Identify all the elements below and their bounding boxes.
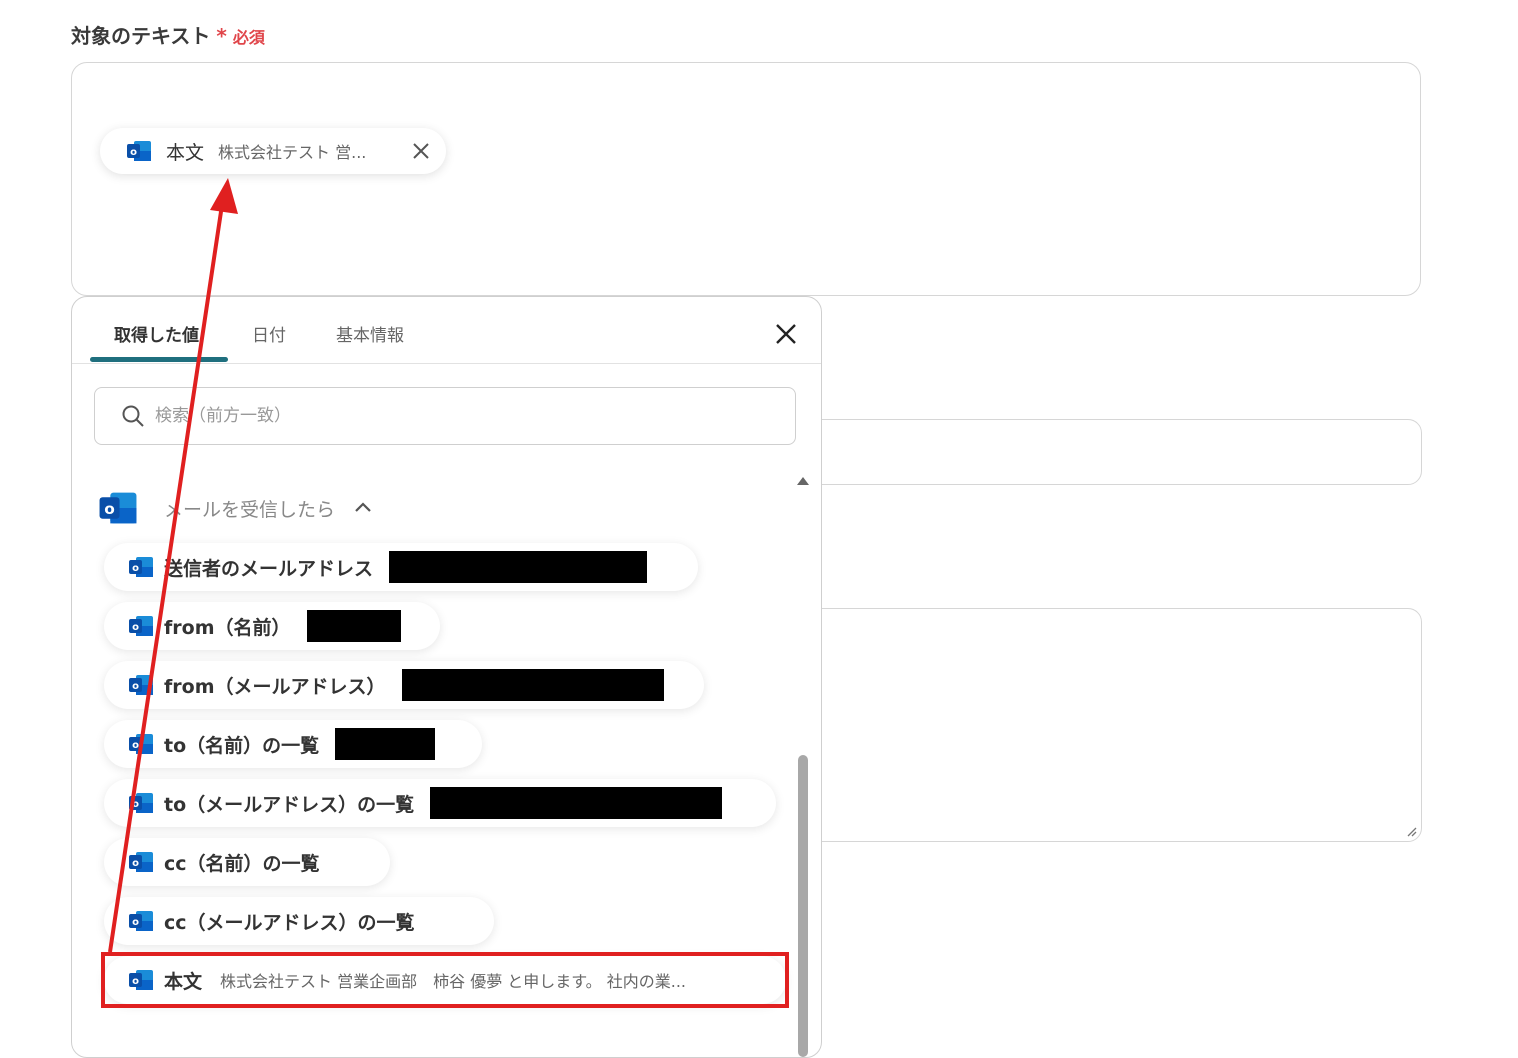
tab-date[interactable]: 日付 — [252, 321, 286, 346]
tab-bar: 取得した値 日付 基本情報 — [72, 297, 821, 364]
inserted-token[interactable]: o 本文 株式会社テスト 営... — [100, 128, 446, 174]
list-item-cc-emails[interactable]: o cc（メールアドレス）の一覧 — [104, 897, 494, 945]
scroll-up-arrow-icon[interactable] — [797, 477, 809, 485]
target-text-area[interactable] — [71, 62, 1421, 296]
list-item-cc-names[interactable]: o cc（名前）の一覧 — [104, 838, 390, 886]
list-item-label: from（名前） — [164, 616, 291, 639]
list-item-label: from（メールアドレス） — [164, 675, 386, 698]
svg-text:o: o — [132, 858, 139, 869]
outlook-icon: o — [127, 141, 151, 161]
list-item-label: to（名前）の一覧 — [164, 734, 320, 757]
redacted-value — [306, 610, 401, 642]
scrollbar-thumb[interactable] — [798, 755, 808, 1057]
outlook-icon: o — [129, 616, 153, 636]
outlook-icon: o — [129, 675, 153, 695]
redacted-value — [430, 787, 723, 819]
list-item-to-names[interactable]: o to（名前）の一覧 — [104, 720, 482, 768]
outlook-icon: o — [99, 492, 137, 524]
tab-basic-info[interactable]: 基本情報 — [336, 321, 404, 346]
background-textarea[interactable] — [780, 608, 1422, 842]
field-label-text: 対象のテキスト — [71, 24, 211, 48]
active-tab-indicator — [90, 357, 228, 362]
close-icon[interactable] — [774, 322, 798, 346]
svg-text:o: o — [132, 740, 139, 751]
resize-grip-icon[interactable] — [1405, 825, 1417, 837]
svg-text:o: o — [132, 563, 139, 574]
close-icon[interactable] — [410, 140, 432, 162]
annotation-highlight-box — [101, 952, 789, 1008]
chevron-up-icon[interactable] — [353, 498, 373, 518]
search-box — [94, 387, 796, 445]
search-icon — [122, 405, 144, 427]
token-name: 本文 — [166, 141, 205, 164]
svg-text:o: o — [132, 681, 139, 692]
list-item-label: 送信者のメールアドレス — [164, 557, 374, 580]
svg-text:o: o — [132, 622, 139, 633]
search-input[interactable] — [153, 405, 757, 427]
redacted-value — [401, 669, 664, 701]
svg-text:o: o — [104, 500, 115, 518]
outlook-icon: o — [129, 557, 153, 577]
group-label: メールを受信したら — [164, 498, 336, 521]
required-text: 必須 — [232, 28, 265, 47]
list-item-to-emails[interactable]: o to（メールアドレス）の一覧 — [104, 779, 776, 827]
svg-text:o: o — [130, 147, 137, 158]
outlook-icon: o — [129, 852, 153, 872]
list-item-label: to（メールアドレス）の一覧 — [164, 793, 415, 816]
list-item-from-name[interactable]: o from（名前） — [104, 602, 440, 650]
svg-text:o: o — [132, 799, 139, 810]
tab-acquired-values[interactable]: 取得した値 — [114, 321, 199, 346]
list-item-sender-email[interactable]: o 送信者のメールアドレス — [104, 543, 698, 591]
outlook-icon: o — [129, 734, 153, 754]
list-item-label: cc（名前）の一覧 — [164, 852, 320, 875]
variable-picker-panel: 取得した値 日付 基本情報 o メールを受信したら o 送信者のメールアドレス — [71, 296, 822, 1058]
token-preview: 株式会社テスト 営... — [218, 143, 367, 162]
field-label: 対象のテキスト * 必須 — [71, 20, 265, 49]
list-item-from-email[interactable]: o from（メールアドレス） — [104, 661, 704, 709]
outlook-icon: o — [129, 793, 153, 813]
required-star: * — [216, 24, 227, 48]
outlook-icon: o — [129, 911, 153, 931]
redacted-value — [389, 551, 648, 583]
list-item-label: cc（メールアドレス）の一覧 — [164, 911, 415, 934]
redacted-value — [335, 728, 436, 760]
background-input[interactable] — [780, 419, 1422, 485]
group-header-mail-received[interactable]: o メールを受信したら — [98, 489, 373, 527]
svg-text:o: o — [132, 917, 139, 928]
